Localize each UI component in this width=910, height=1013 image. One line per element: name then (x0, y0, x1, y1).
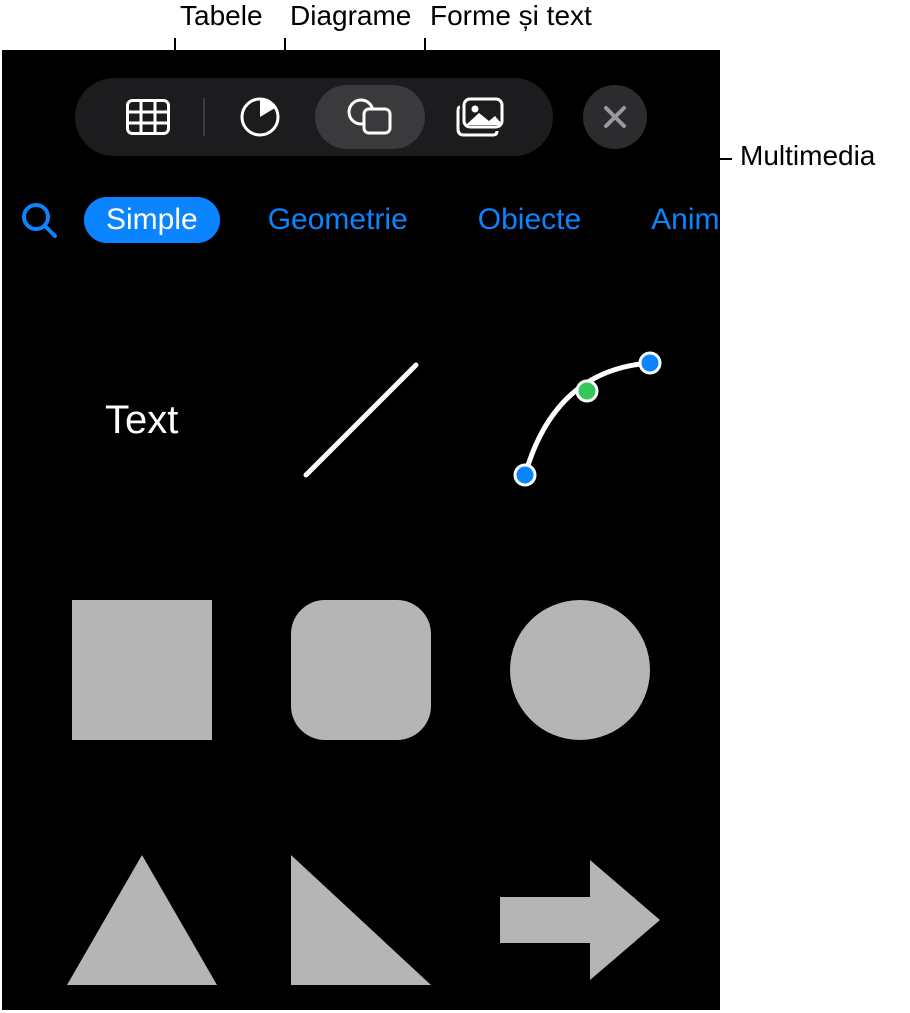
shape-right-triangle[interactable] (276, 835, 446, 1005)
tab-animale[interactable]: Animale (629, 197, 720, 243)
shape-line[interactable] (276, 335, 446, 505)
shapes-grid: Text (2, 280, 720, 1010)
shape-triangle[interactable] (57, 835, 227, 1005)
close-icon (602, 104, 628, 130)
table-icon (126, 99, 170, 135)
shape-categories-row: Simple Geometrie Obiecte Animale (2, 185, 720, 255)
callouts-top: Tabele Diagrame Forme și text (0, 0, 910, 50)
tables-button[interactable] (93, 85, 203, 149)
callout-media: Multimedia (740, 140, 875, 172)
bezier-curve-icon (495, 335, 665, 505)
callout-charts: Diagrame (290, 0, 411, 32)
shape-square[interactable] (57, 585, 227, 755)
close-button[interactable] (583, 85, 647, 149)
chart-icon (239, 96, 281, 138)
line-shape-icon (286, 345, 436, 495)
insert-panel: Simple Geometrie Obiecte Animale Text (2, 50, 720, 1010)
search-icon (20, 201, 58, 239)
shapes-button[interactable] (315, 85, 425, 149)
shape-arrow-right[interactable] (495, 835, 665, 1005)
rounded-square-icon (291, 600, 431, 740)
circle-icon (510, 600, 650, 740)
callout-shapes-text: Forme și text (430, 0, 592, 32)
shape-bezier[interactable] (495, 335, 665, 505)
tab-obiecte[interactable]: Obiecte (456, 197, 603, 243)
text-shape-label: Text (105, 398, 178, 443)
arrow-right-icon (495, 855, 665, 985)
triangle-icon (62, 850, 222, 990)
media-icon (455, 97, 505, 137)
charts-button[interactable] (205, 85, 315, 149)
shape-circle[interactable] (495, 585, 665, 755)
tab-geometrie[interactable]: Geometrie (246, 197, 430, 243)
media-button[interactable] (425, 85, 535, 149)
shape-text[interactable]: Text (57, 335, 227, 505)
insert-toolbar (75, 78, 647, 156)
square-icon (72, 600, 212, 740)
search-button[interactable] (20, 198, 58, 242)
right-triangle-icon (286, 850, 436, 990)
tab-simple[interactable]: Simple (84, 197, 220, 243)
callout-tables: Tabele (180, 0, 263, 32)
toolbar-pill (75, 78, 553, 156)
shape-icon (346, 97, 394, 137)
shape-rounded-square[interactable] (276, 585, 446, 755)
